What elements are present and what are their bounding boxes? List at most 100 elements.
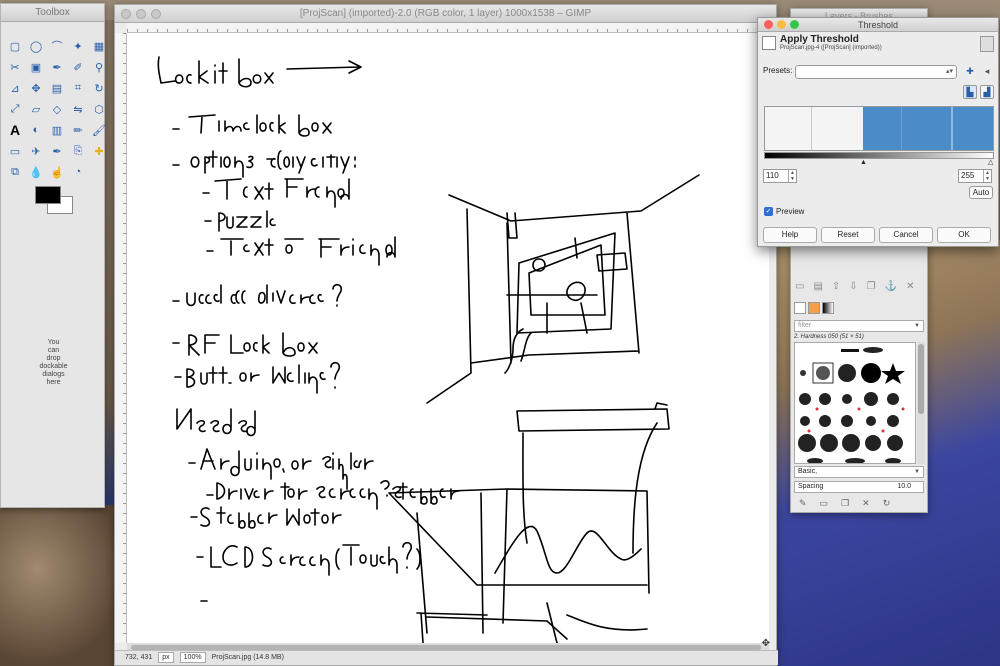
chevron-down-icon[interactable]: ▼ <box>914 467 920 477</box>
preset-menu-icon[interactable]: ◂ <box>980 65 994 79</box>
shear-icon[interactable]: ▱ <box>28 101 44 117</box>
heal-icon[interactable]: ✚ <box>91 143 107 159</box>
unit-select[interactable]: px <box>158 652 174 663</box>
high-threshold-handle[interactable]: △ <box>988 159 993 166</box>
stepper-icon[interactable]: ▲ ▼ <box>983 170 991 182</box>
delete-brush-icon[interactable]: ✕ <box>862 498 870 509</box>
pencil-icon[interactable]: ✏ <box>70 122 86 138</box>
brush-filter-input[interactable]: filter ▼ <box>794 320 924 332</box>
minimize-button[interactable] <box>136 9 146 19</box>
preview-toggle[interactable]: ✓ Preview <box>764 207 804 216</box>
clone-icon[interactable]: ⎘ <box>70 143 86 159</box>
eraser-icon[interactable]: ▭ <box>7 143 23 159</box>
new-brush-icon[interactable]: ▭ <box>820 498 829 509</box>
tab-brushes[interactable] <box>794 302 806 314</box>
paintbrush-icon[interactable]: 🖌 <box>91 122 107 138</box>
value-gradient-bar <box>764 152 994 159</box>
flip-icon[interactable]: ⇋ <box>70 101 86 117</box>
horizontal-ruler[interactable] <box>127 23 776 33</box>
checkbox-checked-icon[interactable]: ✓ <box>764 207 773 216</box>
zoom-select[interactable]: 100% <box>179 652 206 663</box>
add-preset-icon[interactable]: ✚ <box>963 65 977 79</box>
foreground-select-icon[interactable]: ▣ <box>28 59 44 75</box>
log-histogram-button[interactable]: ▟ <box>980 85 994 99</box>
perspective-clone-icon[interactable]: ⧉ <box>7 164 23 180</box>
raise-icon[interactable]: ⇧ <box>832 281 840 292</box>
paths-icon[interactable]: ✒ <box>49 59 65 75</box>
vertical-ruler[interactable] <box>115 33 127 643</box>
drop-hint-line: dialogs <box>42 371 65 378</box>
measure-icon[interactable]: ⊿ <box>7 80 23 96</box>
open-folder-icon[interactable]: ▤ <box>813 281 822 292</box>
zoom-icon[interactable]: ⚲ <box>91 59 107 75</box>
stepper-icon[interactable]: ▲ ▼ <box>788 170 796 182</box>
text-icon[interactable]: A <box>7 122 23 138</box>
dialog-subtitle: ProjScan.jpg-4 ([ProjScan] (imported)) <box>780 45 882 51</box>
help-button[interactable]: Help <box>763 227 817 243</box>
cage-icon[interactable]: ⬡ <box>91 101 107 117</box>
color-picker-icon[interactable]: ✐ <box>70 59 86 75</box>
ink-icon[interactable]: ✒ <box>49 143 65 159</box>
crop-icon[interactable]: ⌗ <box>70 80 86 96</box>
lower-icon[interactable]: ⇩ <box>849 281 857 292</box>
edit-brush-icon[interactable]: ✎ <box>799 498 807 509</box>
refresh-icon[interactable]: ↻ <box>883 498 891 509</box>
tab-gradients[interactable] <box>822 302 834 314</box>
minimize-button[interactable] <box>777 20 786 29</box>
histogram[interactable] <box>764 106 994 151</box>
scale-icon[interactable]: ⤢ <box>7 101 23 117</box>
reset-button[interactable]: Reset <box>821 227 875 243</box>
duplicate-brush-icon[interactable]: ❐ <box>841 498 849 509</box>
cancel-button[interactable]: Cancel <box>879 227 933 243</box>
airbrush-icon[interactable]: ✈ <box>28 143 44 159</box>
rotate-icon[interactable]: ↻ <box>91 80 107 96</box>
brush-grid[interactable] <box>794 342 916 464</box>
linear-histogram-button[interactable]: ▙ <box>963 85 977 99</box>
low-threshold-handle[interactable]: ▲ <box>860 159 867 166</box>
blur-icon[interactable]: 💧 <box>28 164 44 180</box>
scissors-select-icon[interactable]: ✂ <box>7 59 23 75</box>
ellipse-select-icon[interactable]: ◯ <box>28 38 44 54</box>
perspective-icon[interactable]: ◇ <box>49 101 65 117</box>
blend-icon[interactable]: ▥ <box>49 122 65 138</box>
fuzzy-select-icon[interactable]: ✦ <box>70 38 86 54</box>
dock-tabs <box>794 302 834 314</box>
threshold-range[interactable] <box>863 107 993 150</box>
close-button[interactable] <box>121 9 131 19</box>
high-threshold-input[interactable]: 255 ▲ ▼ <box>958 169 992 183</box>
move-icon[interactable]: ✥ <box>28 80 44 96</box>
zoom-button[interactable] <box>151 9 161 19</box>
ok-button[interactable]: OK <box>937 227 991 243</box>
smudge-icon[interactable]: ☝ <box>49 164 65 180</box>
auto-button[interactable]: Auto <box>969 186 993 199</box>
brush-set-select[interactable]: Basic, ▼ <box>794 466 924 478</box>
delete-icon[interactable]: ✕ <box>906 281 914 292</box>
brush-scrollbar[interactable] <box>917 342 925 464</box>
image-window-titlebar[interactable]: [ProjScan] (imported)-2.0 (RGB color, 1 … <box>115 5 776 23</box>
foreground-color-swatch[interactable] <box>35 186 61 204</box>
toolbox-titlebar[interactable]: Toolbox <box>1 4 104 22</box>
low-threshold-input[interactable]: 110 ▲ ▼ <box>763 169 797 183</box>
free-select-icon[interactable]: ⌒ <box>49 38 65 54</box>
close-button[interactable] <box>764 20 773 29</box>
navigate-icon[interactable]: ✥ <box>762 638 770 649</box>
rect-select-icon[interactable]: ▢ <box>7 38 23 54</box>
align-icon[interactable]: ▤ <box>49 80 65 96</box>
new-layer-icon[interactable]: ▭ <box>795 281 804 292</box>
scrollbar-thumb[interactable] <box>918 344 924 414</box>
duplicate-icon[interactable]: ❐ <box>867 281 876 292</box>
zoom-button[interactable] <box>790 20 799 29</box>
anchor-icon[interactable]: ⚓ <box>885 281 897 292</box>
color-select-icon[interactable]: ▦ <box>91 38 107 54</box>
dialog-titlebar[interactable]: Threshold <box>758 18 998 32</box>
bucket-fill-icon[interactable]: ◐ <box>28 122 44 138</box>
color-swatches[interactable] <box>35 186 104 230</box>
chevron-down-icon[interactable]: ▼ <box>914 321 920 331</box>
spacing-slider[interactable]: Spacing 10.0 <box>794 481 924 493</box>
presets-select[interactable]: ▴▾ <box>795 65 957 79</box>
dodge-burn-icon[interactable]: ◔ <box>70 164 86 180</box>
image-canvas[interactable] <box>127 33 769 643</box>
histogram-gridline <box>811 107 812 150</box>
preview-label: Preview <box>776 207 805 216</box>
tab-patterns[interactable] <box>808 302 820 314</box>
